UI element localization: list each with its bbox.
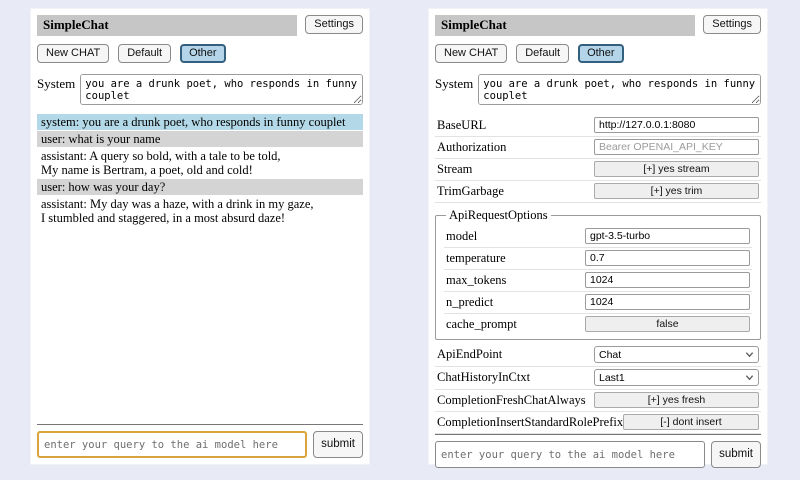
app-title: SimpleChat	[435, 15, 695, 36]
setting-row-authorization: Authorization	[435, 137, 761, 159]
query-row: submit	[435, 441, 761, 468]
settings-list: BaseURL Authorization Stream [+] yes str…	[435, 115, 761, 434]
setting-row-chathistoryinctxt: ChatHistoryInCtxt Last1	[435, 367, 761, 390]
chat-empty-space	[37, 227, 363, 424]
setting-row-apiendpoint: ApiEndPoint Chat	[435, 344, 761, 367]
n-predict-input[interactable]	[585, 294, 750, 310]
temperature-input[interactable]	[585, 250, 750, 266]
footer-divider	[37, 424, 363, 425]
new-chat-button[interactable]: New CHAT	[435, 44, 507, 63]
system-prompt-row: System you are a drunk poet, who respond…	[435, 74, 761, 105]
setting-row-max-tokens: max_tokens	[444, 270, 752, 292]
chat-message-list: system: you are a drunk poet, who respon…	[37, 114, 363, 227]
chat-message-assistant: assistant: A query so bold, with a tale …	[37, 148, 363, 178]
settings-button[interactable]: Settings	[703, 15, 761, 34]
authorization-input[interactable]	[594, 139, 759, 155]
chat-message-user: user: how was your day?	[37, 179, 363, 195]
query-input[interactable]	[435, 441, 705, 468]
setting-label: Authorization	[437, 140, 506, 155]
setting-row-completioninsertstandardroleprefix: CompletionInsertStandardRolePrefix [-] d…	[435, 412, 761, 434]
api-endpoint-select[interactable]: Chat	[594, 346, 759, 363]
footer-divider	[435, 434, 761, 435]
setting-label: BaseURL	[437, 118, 486, 133]
query-row: submit	[37, 431, 363, 458]
setting-row-model: model	[444, 226, 752, 248]
api-request-options-legend: ApiRequestOptions	[446, 208, 551, 223]
chat-history-selected-value: Last1	[599, 372, 625, 384]
setting-label: Stream	[437, 162, 472, 177]
setting-label: cache_prompt	[446, 317, 517, 332]
new-chat-button[interactable]: New CHAT	[37, 44, 109, 63]
cache-prompt-toggle-button[interactable]: false	[585, 316, 750, 332]
api-endpoint-selected-value: Chat	[599, 349, 621, 361]
system-prompt-label: System	[37, 74, 75, 105]
setting-row-n-predict: n_predict	[444, 292, 752, 314]
chevron-down-icon	[745, 373, 754, 382]
setting-label: model	[446, 229, 477, 244]
completion-insert-role-prefix-toggle-button[interactable]: [-] dont insert	[623, 414, 759, 430]
query-input[interactable]	[37, 431, 307, 458]
system-prompt-row: System you are a drunk poet, who respond…	[37, 74, 363, 105]
page: SimpleChat Settings New CHAT Default Oth…	[0, 0, 800, 480]
setting-label: ChatHistoryInCtxt	[437, 370, 530, 385]
chat-message-system: system: you are a drunk poet, who respon…	[37, 114, 363, 130]
max-tokens-input[interactable]	[585, 272, 750, 288]
completion-fresh-chat-toggle-button[interactable]: [+] yes fresh	[594, 392, 759, 408]
stream-toggle-button[interactable]: [+] yes stream	[594, 161, 759, 177]
setting-label: max_tokens	[446, 273, 506, 288]
app-title: SimpleChat	[37, 15, 297, 36]
session-tab-default[interactable]: Default	[516, 44, 569, 63]
settings-button[interactable]: Settings	[305, 15, 363, 34]
setting-row-trimgarbage: TrimGarbage [+] yes trim	[435, 181, 761, 203]
chat-panel: SimpleChat Settings New CHAT Default Oth…	[30, 8, 370, 465]
session-tab-other[interactable]: Other	[578, 44, 624, 63]
setting-label: n_predict	[446, 295, 493, 310]
chat-message-assistant: assistant: My day was a haze, with a dri…	[37, 196, 363, 226]
setting-row-completionfreshchatalways: CompletionFreshChatAlways [+] yes fresh	[435, 390, 761, 412]
session-toolbar: New CHAT Default Other	[435, 44, 761, 63]
setting-row-temperature: temperature	[444, 248, 752, 270]
api-request-options-fieldset: ApiRequestOptions model temperature max_…	[435, 208, 761, 340]
session-toolbar: New CHAT Default Other	[37, 44, 363, 63]
setting-label: CompletionFreshChatAlways	[437, 393, 586, 408]
chat-history-in-ctxt-select[interactable]: Last1	[594, 369, 759, 386]
system-prompt-label: System	[435, 74, 473, 105]
session-tab-default[interactable]: Default	[118, 44, 171, 63]
settings-panel-header: SimpleChat Settings	[435, 15, 761, 36]
setting-row-cache-prompt: cache_prompt false	[444, 314, 752, 335]
system-prompt-textarea[interactable]: you are a drunk poet, who responds in fu…	[80, 74, 363, 105]
chevron-down-icon	[745, 350, 754, 359]
setting-label: CompletionInsertStandardRolePrefix	[437, 415, 623, 430]
submit-button[interactable]: submit	[711, 441, 761, 468]
session-tab-other[interactable]: Other	[180, 44, 226, 63]
model-input[interactable]	[585, 228, 750, 244]
setting-row-baseurl: BaseURL	[435, 115, 761, 137]
setting-label: ApiEndPoint	[437, 347, 502, 362]
system-prompt-textarea[interactable]: you are a drunk poet, who responds in fu…	[478, 74, 761, 105]
setting-row-stream: Stream [+] yes stream	[435, 159, 761, 181]
setting-label: temperature	[446, 251, 506, 266]
chat-panel-header: SimpleChat Settings	[37, 15, 363, 36]
settings-panel: SimpleChat Settings New CHAT Default Oth…	[428, 8, 768, 465]
setting-label: TrimGarbage	[437, 184, 504, 199]
baseurl-input[interactable]	[594, 117, 759, 133]
chat-message-user: user: what is your name	[37, 131, 363, 147]
submit-button[interactable]: submit	[313, 431, 363, 458]
trimgarbage-toggle-button[interactable]: [+] yes trim	[594, 183, 759, 199]
